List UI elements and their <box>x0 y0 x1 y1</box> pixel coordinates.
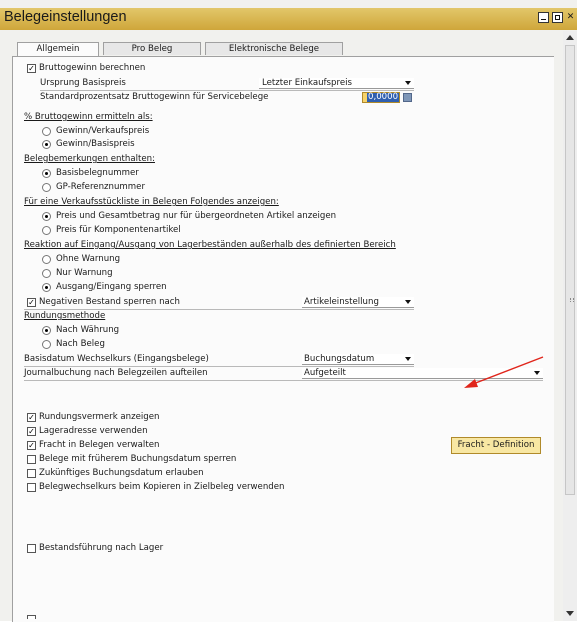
radio-basisbelegnummer-label: Basisbelegnummer <box>56 168 139 178</box>
percent-label: Standardprozentsatz Bruttogewinn für Ser… <box>40 92 269 102</box>
doc-remarks-header: Belegbemerkungen enthalten: <box>24 154 155 164</box>
maximize-icon[interactable] <box>552 12 563 23</box>
radio-ohne-warnung[interactable] <box>42 255 51 264</box>
rounding-note-checkbox[interactable]: ✓ <box>27 413 36 422</box>
partial-checkbox[interactable] <box>27 615 36 619</box>
radio-gewinn-basispreis[interactable] <box>42 140 51 149</box>
freight-definition-button[interactable]: Fracht - Definition <box>451 437 541 454</box>
journal-label: Journalbuchung nach Belegzeilen aufteile… <box>24 368 208 378</box>
red-arrow-line <box>472 356 544 385</box>
belegeinstellungen-window: Belegeinstellungen ✕ Allgemein Pro Beleg… <box>0 0 577 622</box>
radio-gewinn-verkaufspreis[interactable] <box>42 127 51 136</box>
reaction-header: Reaktion auf Eingang/Ausgang von Lagerbe… <box>24 240 396 250</box>
title-bar[interactable]: Belegeinstellungen ✕ <box>0 8 577 30</box>
settings-panel: ✓ Bruttogewinn berechnen Ursprung Basisp… <box>12 56 554 622</box>
radio-nach-beleg-label: Nach Beleg <box>56 339 105 349</box>
window-title: Belegeinstellungen <box>4 9 127 25</box>
red-arrow-annotation <box>464 356 544 388</box>
inventory-by-warehouse-label: Bestandsführung nach Lager <box>39 543 164 553</box>
radio-bom-component-price-label: Preis für Komponentenartikel <box>56 225 181 235</box>
radio-basisbelegnummer[interactable] <box>42 169 51 178</box>
minimize-icon[interactable] <box>538 12 549 23</box>
exchange-rate-label: Basisdatum Wechselkurs (Eingangsbelege) <box>24 354 209 364</box>
basis-price-label: Ursprung Basispreis <box>40 78 126 88</box>
freight-checkbox[interactable]: ✓ <box>27 441 36 450</box>
radio-bom-parent-price[interactable] <box>42 212 51 221</box>
negative-stock-dropdown[interactable]: Artikeleinstellung <box>302 297 414 308</box>
grip-icon <box>570 298 574 302</box>
chevron-down-icon <box>405 357 411 361</box>
exchange-rate-value: Buchungsdatum <box>304 354 375 364</box>
freight-label: Fracht in Belegen verwalten <box>39 440 160 450</box>
radio-nur-warnung-label: Nur Warnung <box>56 268 113 278</box>
copy-exchange-rate-checkbox[interactable] <box>27 483 36 492</box>
radio-nach-waehrung[interactable] <box>42 326 51 335</box>
negative-stock-value: Artikeleinstellung <box>304 297 379 307</box>
negative-stock-label: Negativen Bestand sperren nach <box>39 297 180 307</box>
earlier-date-checkbox[interactable] <box>27 455 36 464</box>
radio-sperren-label: Ausgang/Eingang sperren <box>56 282 167 292</box>
radio-sperren[interactable] <box>42 283 51 292</box>
earlier-date-label: Belege mit früherem Buchungsdatum sperre… <box>39 454 237 464</box>
exchange-rate-dropdown[interactable]: Buchungsdatum <box>302 354 414 365</box>
future-date-checkbox[interactable] <box>27 469 36 478</box>
scroll-up-icon[interactable] <box>566 35 574 40</box>
gross-profit-checkbox[interactable]: ✓ <box>27 64 36 73</box>
close-icon[interactable]: ✕ <box>565 13 576 24</box>
rounding-note-label: Rundungsvermerk anzeigen <box>39 412 160 422</box>
radio-gewinn-basispreis-label: Gewinn/Basispreis <box>56 139 135 149</box>
scroll-thumb[interactable] <box>565 45 575 495</box>
radio-gp-referenznummer-label: GP-Referenznummer <box>56 182 145 192</box>
radio-ohne-warnung-label: Ohne Warnung <box>56 254 121 264</box>
radio-bom-component-price[interactable] <box>42 226 51 235</box>
radio-nach-beleg[interactable] <box>42 340 51 349</box>
warehouse-address-label: Lageradresse verwenden <box>39 426 148 436</box>
tab-pro-beleg[interactable]: Pro Beleg <box>103 42 201 55</box>
bom-header: Für eine Verkaufsstückliste in Belegen F… <box>24 197 279 207</box>
radio-nach-waehrung-label: Nach Währung <box>56 325 120 335</box>
vertical-scrollbar[interactable] <box>563 31 577 621</box>
tab-allgemein[interactable]: Allgemein <box>17 42 99 57</box>
chevron-down-icon <box>405 81 411 85</box>
future-date-label: Zukünftiges Buchungsdatum erlauben <box>39 468 204 478</box>
red-arrow-head <box>464 379 478 388</box>
percent-value: 0,0000 <box>367 92 400 102</box>
calculator-icon[interactable] <box>403 93 412 102</box>
separator <box>24 366 414 367</box>
radio-bom-parent-price-label: Preis und Gesamtbetrag nur für übergeord… <box>56 211 337 221</box>
warehouse-address-checkbox[interactable]: ✓ <box>27 427 36 436</box>
separator <box>24 309 414 310</box>
scroll-down-icon[interactable] <box>566 611 574 616</box>
rounding-header: Rundungsmethode <box>24 311 106 321</box>
gp-percent-header: % Bruttogewinn ermitteln als: <box>24 112 153 122</box>
chevron-down-icon <box>405 300 411 304</box>
basis-price-dropdown[interactable]: Letzter Einkaufspreis <box>259 78 414 89</box>
journal-value: Aufgeteilt <box>304 368 346 378</box>
gross-profit-label: Bruttogewinn berechnen <box>39 63 146 73</box>
negative-stock-checkbox[interactable]: ✓ <box>27 298 36 307</box>
radio-gewinn-verkaufspreis-label: Gewinn/Verkaufspreis <box>56 126 150 136</box>
percent-input[interactable]: 0,0000 <box>362 92 400 103</box>
radio-nur-warnung[interactable] <box>42 269 51 278</box>
basis-price-value: Letzter Einkaufspreis <box>262 78 352 88</box>
tab-elektronische-belege[interactable]: Elektronische Belege <box>205 42 343 55</box>
radio-gp-referenznummer[interactable] <box>42 183 51 192</box>
inventory-by-warehouse-checkbox[interactable] <box>27 544 36 553</box>
copy-exchange-rate-label: Belegwechselkurs beim Kopieren in Zielbe… <box>39 482 285 492</box>
separator <box>40 90 414 91</box>
